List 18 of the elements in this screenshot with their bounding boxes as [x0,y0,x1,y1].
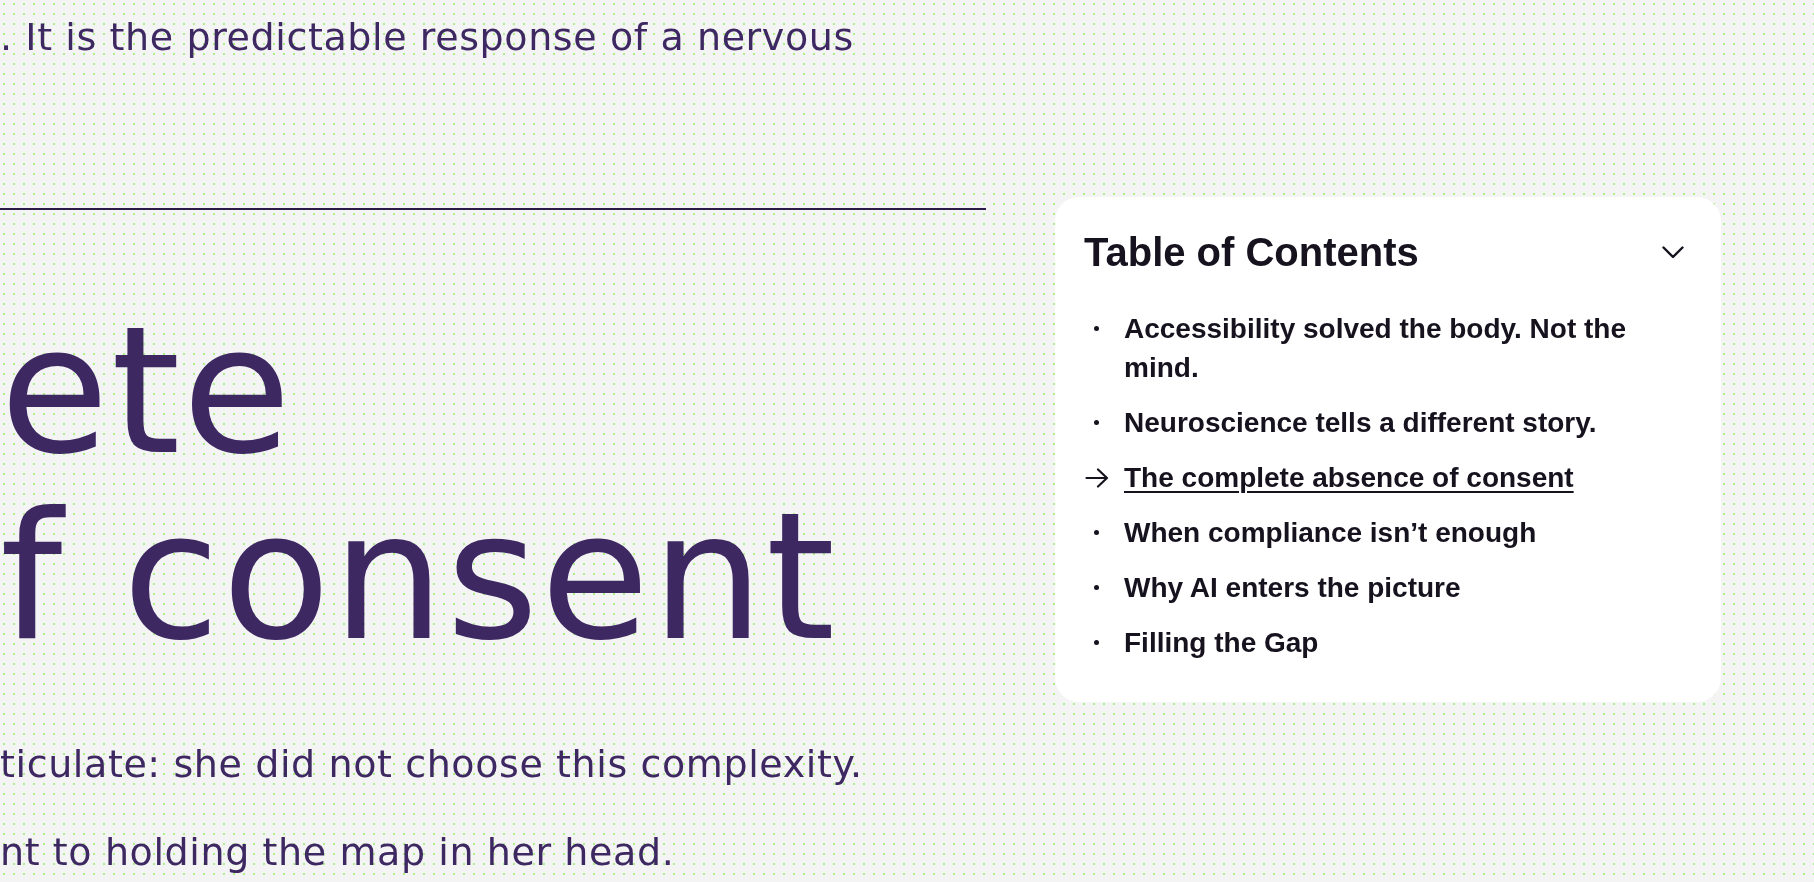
toc-link[interactable]: When compliance isn’t enough [1124,513,1537,552]
paragraph-text: ticulate: she did not choose this complexity. [0,741,863,788]
bullet-icon [1094,420,1099,425]
bullet-icon [1094,640,1099,645]
toc-link[interactable]: The complete absence of consent [1124,458,1574,497]
toc-link[interactable]: Filling the Gap [1124,623,1319,662]
bullet-icon [1094,326,1099,331]
paragraph-text: nt to holding the map in her head. [0,829,675,876]
toc-link[interactable]: Neuroscience tells a different story. [1124,403,1597,442]
toc-link[interactable]: Why AI enters the picture [1124,568,1461,607]
toc-title: Table of Contents [1084,229,1419,276]
arrow-right-icon [1085,467,1109,488]
chevron-down-icon[interactable] [1662,245,1684,259]
toc-link[interactable]: Accessibility solved the body. Not the mind. [1124,309,1684,387]
bullet-icon [1094,585,1099,590]
bullet-icon [1094,530,1099,535]
article-heading: ete f consent [0,298,838,670]
paragraph-text: . It is the predictable response of a nervous [0,14,854,61]
